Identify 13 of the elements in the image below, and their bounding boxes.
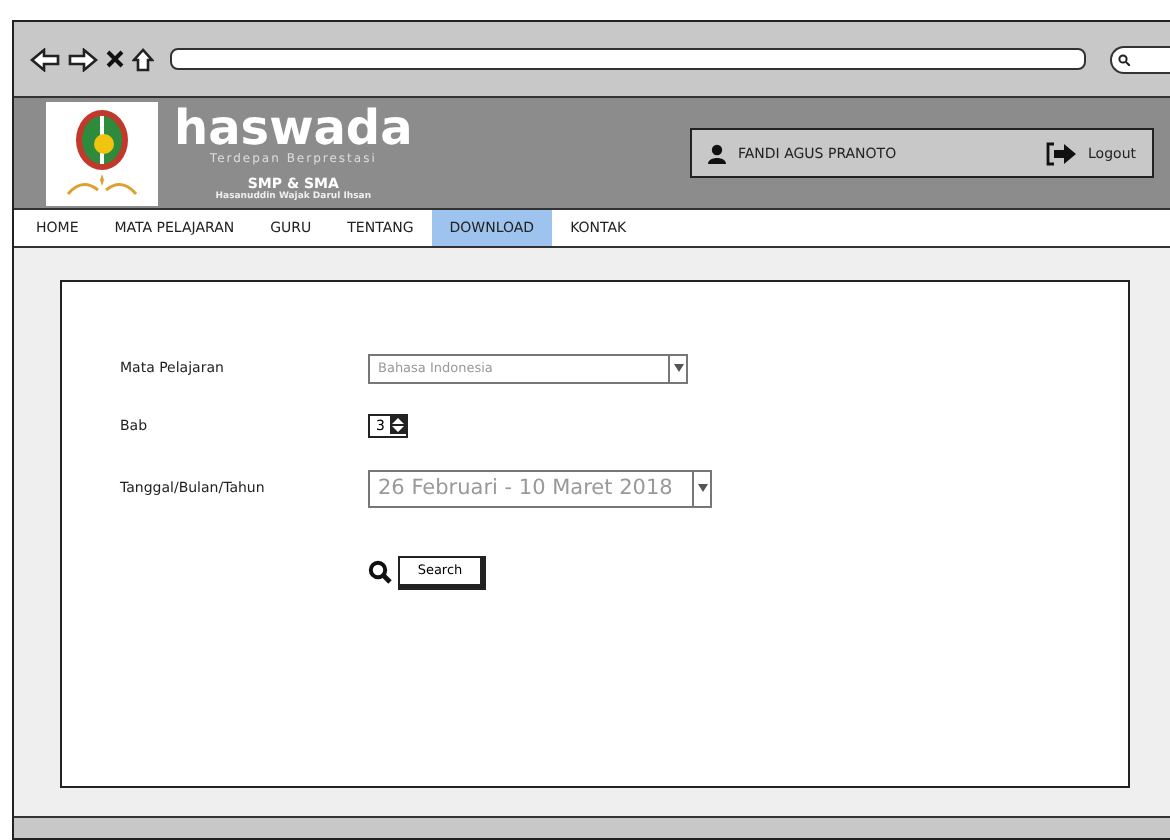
dropdown-caret-icon[interactable]: [668, 355, 686, 381]
dropdown-caret-icon[interactable]: [692, 471, 710, 505]
forward-arrow-icon[interactable]: [68, 47, 98, 71]
back-arrow-icon[interactable]: [30, 47, 60, 71]
address-bar[interactable]: [170, 48, 1086, 70]
logout-icon: [1046, 141, 1077, 165]
close-icon[interactable]: [106, 50, 124, 68]
spinner-arrows-icon[interactable]: [390, 416, 407, 434]
browser-search-field[interactable]: [1110, 45, 1170, 73]
user-icon: [708, 143, 726, 163]
search-icon: [368, 560, 392, 584]
brand-name: haswada: [174, 104, 413, 152]
search-icon: [1118, 53, 1130, 65]
